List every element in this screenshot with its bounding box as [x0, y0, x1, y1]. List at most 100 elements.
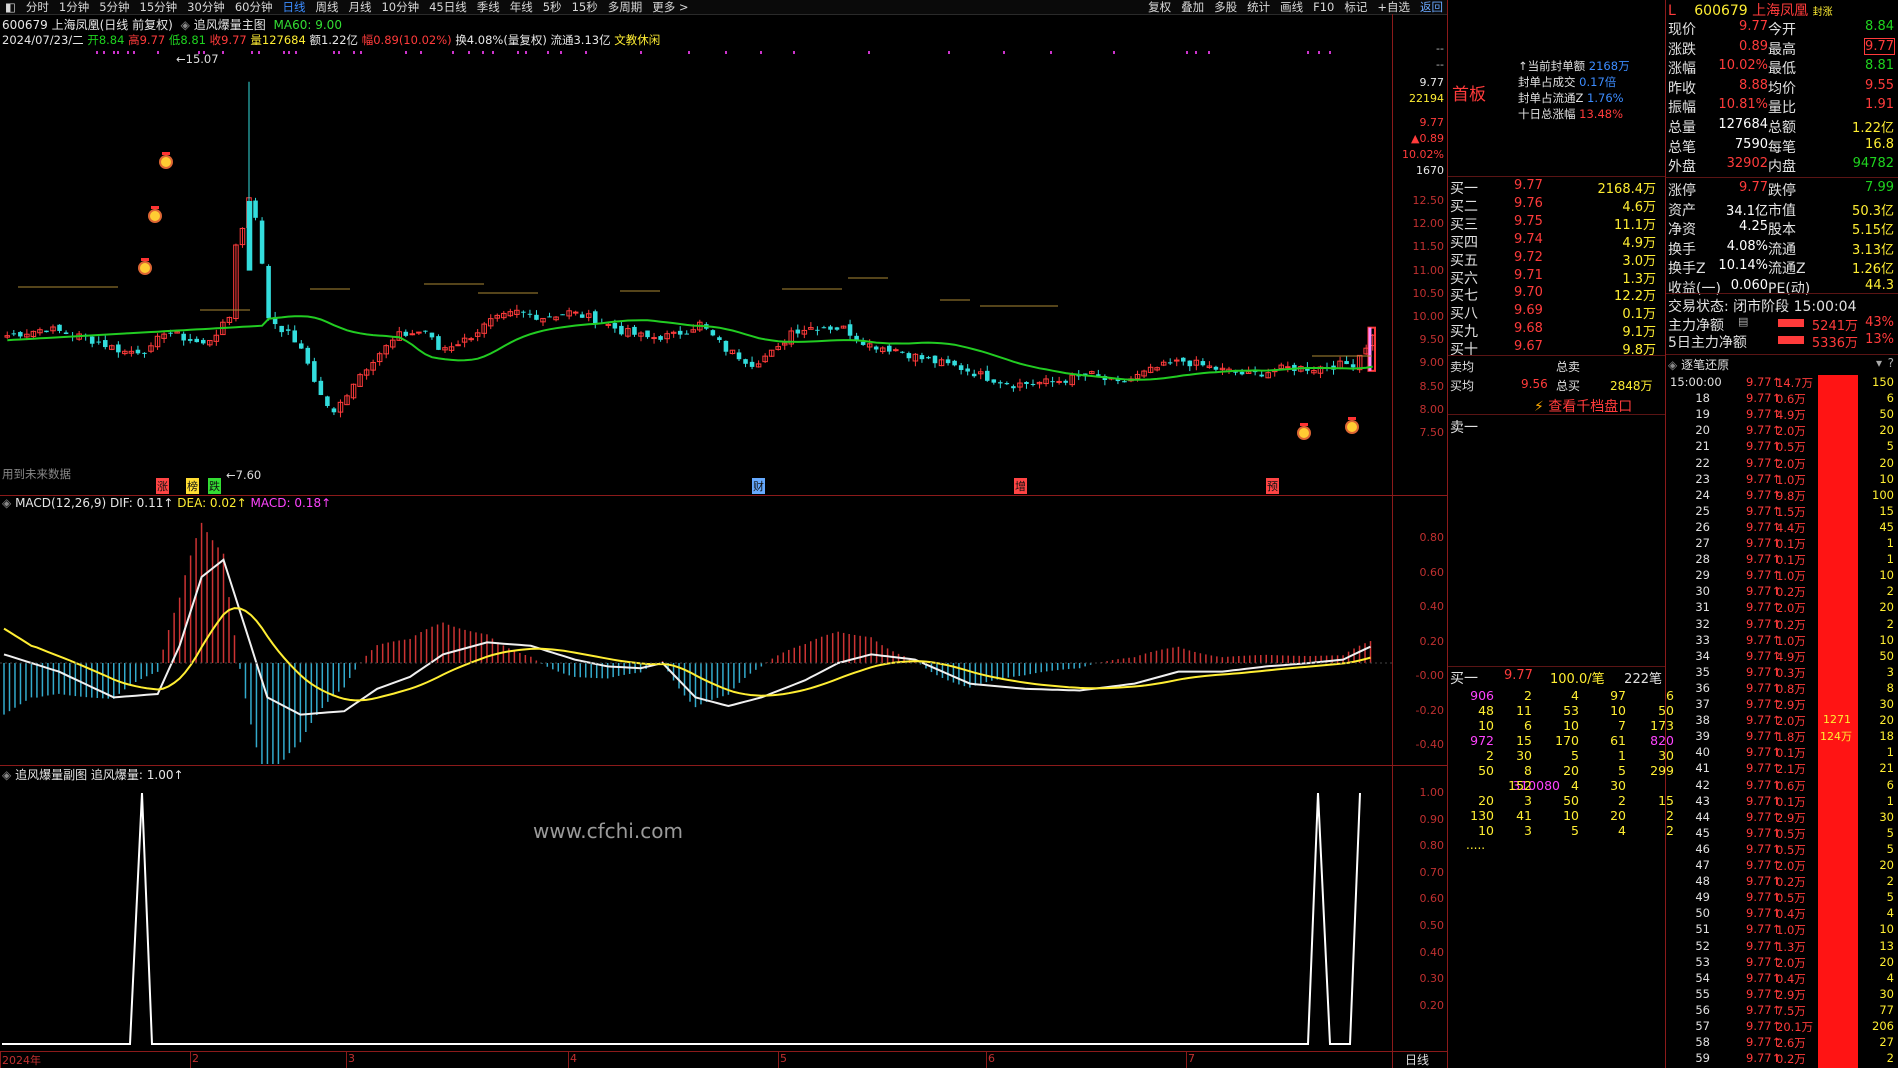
event-marker[interactable]: 榜	[186, 478, 199, 494]
candle	[1011, 384, 1016, 392]
macd-dea: DEA: 0.02↑	[177, 496, 247, 510]
quote-key: 总笔	[1668, 139, 1696, 156]
signal-dot	[1050, 51, 1052, 54]
toolbar-right-5[interactable]: F10	[1308, 0, 1339, 14]
bid-row[interactable]: 买九 9.68 9.1万	[1450, 321, 1664, 340]
period-tab-15[interactable]: 多周期	[603, 0, 648, 14]
volume-burst-chart[interactable]	[0, 780, 1392, 1050]
candle	[239, 227, 246, 248]
tick-row: 39 9.77↑ 1.8万 18	[1668, 729, 1896, 745]
quote-key: 现价	[1668, 22, 1696, 38]
tick-amount: 0.4万	[1776, 971, 1806, 986]
period-tab-6[interactable]: 日线	[277, 0, 310, 14]
quote-val: 7590	[1734, 136, 1768, 152]
bid-row[interactable]: 买四 9.74 4.9万	[1450, 232, 1664, 251]
event-marker[interactable]: 涨	[156, 478, 169, 494]
toolbar-right-2[interactable]: 多股	[1209, 0, 1242, 14]
queue-cell: 2	[1666, 808, 1674, 823]
period-tab-2[interactable]: 5分钟	[94, 0, 134, 14]
period-tab-11[interactable]: 季线	[472, 0, 505, 14]
tick-row: 56 9.77↑ 7.5万 77	[1668, 1003, 1896, 1019]
period-tab-1[interactable]: 1分钟	[54, 0, 94, 14]
money-bag-icon[interactable]	[148, 206, 162, 223]
event-marker[interactable]: 财	[752, 478, 765, 494]
macd-chart[interactable]	[0, 510, 1392, 764]
money-bag-icon[interactable]	[159, 152, 173, 169]
menu-icon[interactable]: ◧	[0, 0, 21, 14]
bid-row[interactable]: 买八 9.69 0.1万	[1450, 303, 1664, 322]
tick-row: 22 9.77↑ 2.0万 20	[1668, 456, 1896, 472]
bid-level: 买十	[1450, 342, 1478, 359]
candlestick-chart[interactable]	[0, 40, 1392, 495]
money-bag-icon[interactable]	[1297, 423, 1311, 440]
toolbar-right-6[interactable]: 标记	[1339, 0, 1372, 14]
queue-more[interactable]: .....	[1466, 838, 1485, 852]
tick-row: 32 9.77↑ 0.2万 2	[1668, 617, 1896, 633]
period-tab-13[interactable]: 5秒	[538, 0, 567, 14]
toolbar-right-0[interactable]: 复权	[1143, 0, 1176, 14]
toolbar-right-7[interactable]: +自选	[1372, 0, 1415, 14]
quote-val2: 44.3	[1865, 278, 1894, 293]
macd-toggle-icon[interactable]: ◈	[2, 496, 11, 510]
signal-dot	[640, 51, 642, 54]
event-marker[interactable]: 预	[1266, 478, 1279, 494]
help-icon[interactable]: ?	[1888, 356, 1894, 370]
candle	[840, 325, 847, 329]
money-bag-icon[interactable]	[138, 258, 152, 275]
candle	[83, 333, 88, 341]
quote-val: 10.14%	[1718, 258, 1768, 274]
period-tab-14[interactable]: 15秒	[567, 0, 603, 14]
tick-time: 18	[1695, 391, 1710, 406]
period-tab-4[interactable]: 30分钟	[182, 0, 230, 14]
min-price-label: ←7.60	[226, 468, 262, 482]
flow-chart-icon[interactable]: ▤	[1738, 315, 1748, 328]
tick-row: 46 9.77↑ 0.5万 5	[1668, 842, 1896, 858]
bid-row[interactable]: 买五 9.72 3.0万	[1450, 250, 1664, 269]
candle	[253, 197, 258, 221]
tick-row: 44 9.77↑ 2.9万 30	[1668, 810, 1896, 826]
tick-volume: 1	[1886, 745, 1894, 760]
candle	[828, 324, 833, 334]
candle	[710, 329, 716, 337]
event-marker[interactable]: 增	[1014, 478, 1027, 494]
bid-row[interactable]: 买三 9.75 11.1万	[1450, 214, 1664, 233]
period-tab-10[interactable]: 45日线	[424, 0, 472, 14]
candle	[429, 332, 435, 340]
candle	[527, 309, 533, 318]
tick-amount: 2.0万	[1776, 601, 1806, 616]
period-tab-12[interactable]: 年线	[505, 0, 538, 14]
period-tab-9[interactable]: 10分钟	[376, 0, 424, 14]
queue-cell: 30	[1658, 748, 1674, 763]
event-marker[interactable]: 跌	[208, 478, 221, 494]
period-tab-7[interactable]: 周线	[310, 0, 343, 14]
toolbar-right-3[interactable]: 统计	[1242, 0, 1275, 14]
filter-icon[interactable]: ▾	[1876, 356, 1882, 370]
bid-row[interactable]: 买一 9.77 2168.4万	[1450, 178, 1664, 197]
candle	[135, 345, 141, 355]
bid-price: 9.76	[1514, 195, 1543, 211]
bid-row[interactable]: 买二 9.76 4.6万	[1450, 195, 1664, 215]
thousand-level-link[interactable]: ⚡ 查看千档盘口	[1534, 396, 1632, 416]
toolbar-right-8[interactable]: 返回	[1415, 0, 1448, 14]
period-tab-8[interactable]: 月线	[343, 0, 376, 14]
period-tab-5[interactable]: 60分钟	[230, 0, 278, 14]
macd-title[interactable]: MACD(12,26,9)	[15, 496, 106, 510]
toolbar-right-1[interactable]: 叠加	[1176, 0, 1209, 14]
candle	[651, 332, 657, 344]
quote-key: 资产	[1668, 202, 1696, 219]
indicator-toggle-icon[interactable]: ◈	[181, 18, 190, 32]
quote-val2: 1.26亿	[1852, 262, 1894, 278]
candle	[1206, 361, 1213, 369]
period-tab-0[interactable]: 分时	[21, 0, 54, 14]
period-tab-16[interactable]: 更多 >	[647, 0, 693, 14]
toolbar-right-4[interactable]: 画线	[1275, 0, 1308, 14]
ticks-toggle-icon[interactable]: ◈	[1668, 358, 1677, 372]
candle	[540, 317, 546, 327]
indicator-name[interactable]: 追风爆量主图	[194, 18, 266, 32]
bid-row[interactable]: 买六 9.71 1.3万	[1450, 268, 1664, 287]
period-label[interactable]: 日线	[1405, 1051, 1429, 1068]
candle	[194, 336, 199, 343]
period-tab-3[interactable]: 15分钟	[135, 0, 183, 14]
bid-row[interactable]: 买七 9.70 12.2万	[1450, 285, 1664, 304]
money-bag-icon[interactable]	[1345, 417, 1359, 434]
